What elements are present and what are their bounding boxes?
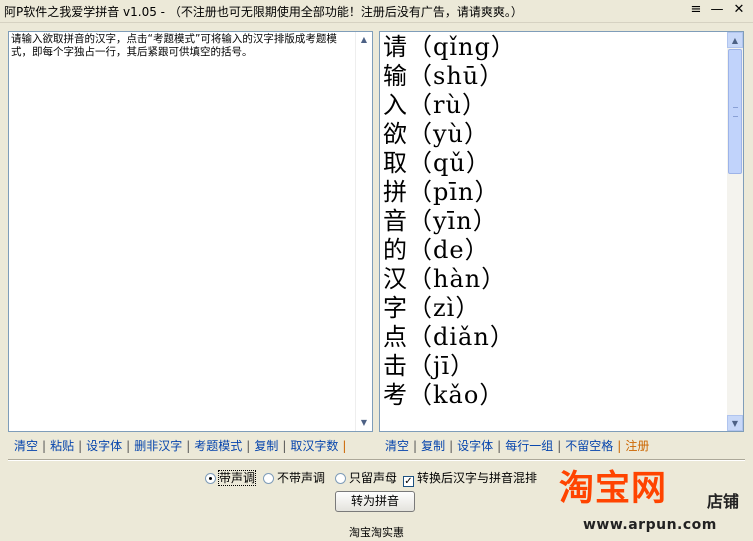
scroll-up-icon[interactable]: ▲ [356, 32, 372, 48]
divider [8, 459, 745, 461]
link-left_links-1[interactable]: 粘贴 [50, 439, 74, 453]
output-line: 的（de） [383, 236, 490, 264]
input-text: 请输入欲取拼音的汉字，点击“考题模式”可将输入的汉字排版成考题模式，即每个字独占… [11, 33, 337, 58]
link-left_links-2[interactable]: 设字体 [86, 439, 122, 453]
output-pinyin: hàn [433, 265, 482, 293]
output-pinyin: jī [433, 352, 451, 380]
output-char: 入 [383, 91, 408, 119]
scroll-thumb[interactable] [728, 49, 742, 174]
output-pinyin: yīn [433, 207, 473, 235]
separator: | [557, 439, 562, 453]
link-right_links-0[interactable]: 清空 [385, 439, 409, 453]
radio-initials-only[interactable]: 只留声母 [335, 469, 397, 486]
separator: | [186, 439, 191, 453]
output-list: 请（qǐng） 输（shū） 入（rù） 欲（yù） 取（qǔ） 拼（pīn） 音（yīn）… [383, 33, 516, 410]
link-right_links-2[interactable]: 设字体 [457, 439, 493, 453]
link-left_links-3[interactable]: 删非汉字 [134, 439, 182, 453]
separator: | [78, 439, 83, 453]
separator: | [497, 439, 502, 453]
link-right_links-4[interactable]: 不留空格 [565, 439, 613, 453]
menu-icon[interactable]: ≡ [688, 2, 704, 18]
input-link-bar: 清空 | 粘贴 | 设字体 | 删非汉字 | 考题模式 | 复制 | 取汉字数 | [14, 437, 350, 453]
output-line: 取（qǔ） [383, 149, 491, 177]
output-char: 字 [383, 294, 408, 322]
link-right_links-3[interactable]: 每行一组 [505, 439, 553, 453]
output-line: 音（yīn） [383, 207, 498, 235]
radio-icon [263, 473, 274, 484]
scroll-down-icon[interactable]: ▼ [356, 415, 372, 431]
output-pinyin: kǎo [433, 381, 480, 409]
separator: | [617, 439, 622, 453]
separator: | [246, 439, 251, 453]
scroll-up-icon[interactable]: ▲ [727, 32, 743, 48]
link-left_links-5[interactable]: 复制 [254, 439, 278, 453]
link-right_links-1[interactable]: 复制 [421, 439, 445, 453]
minimize-icon[interactable]: — [709, 2, 725, 18]
output-line: 汉（hàn） [383, 265, 507, 293]
output-line: 击（jī） [383, 352, 476, 380]
output-pinyin: shū [433, 62, 480, 90]
checkmark-icon: ✓ [403, 476, 414, 487]
output-pinyin: pīn [433, 178, 475, 206]
taobao-logo: 淘宝网 [559, 469, 668, 509]
register-link[interactable]: 注册 [625, 439, 649, 453]
output-char: 的 [383, 236, 408, 264]
output-line: 请（qǐng） [383, 33, 516, 61]
output-char: 拼 [383, 178, 408, 206]
output-pinyin: zì [433, 294, 456, 322]
close-icon[interactable]: ✕ [731, 2, 747, 18]
separator: | [282, 439, 287, 453]
separator: | [342, 439, 347, 453]
window-title: 阿P软件之我爱学拼音 v1.05 - （不注册也可无限期使用全部功能！注册后没有… [4, 5, 523, 19]
radio-icon [205, 473, 216, 484]
link-left_links-0[interactable]: 清空 [14, 439, 38, 453]
radio-icon [335, 473, 346, 484]
output-textarea[interactable]: 请（qǐng） 输（shū） 入（rù） 欲（yù） 取（qǔ） 拼（pīn） 音（yīn）… [379, 31, 744, 432]
output-pinyin: qǐng [433, 33, 491, 61]
input-scrollbar[interactable]: ▲ ▼ [355, 32, 372, 431]
output-pinyin: rù [433, 91, 462, 119]
output-char: 输 [383, 62, 408, 90]
output-char: 请 [383, 33, 408, 61]
output-char: 音 [383, 207, 408, 235]
output-char: 汉 [383, 265, 408, 293]
taobao-ad[interactable]: 淘宝网 店铺 www.arpun.com [557, 469, 749, 533]
output-char: 击 [383, 352, 408, 380]
radio-no-tone[interactable]: 不带声调 [263, 469, 325, 486]
link-left_links-4[interactable]: 考题模式 [194, 439, 242, 453]
output-char: 欲 [383, 120, 408, 148]
output-line: 欲（yù） [383, 120, 490, 148]
output-line: 点（diǎn） [383, 323, 515, 351]
convert-button[interactable]: 转为拼音 [335, 491, 415, 512]
output-char: 考 [383, 381, 408, 409]
separator: | [413, 439, 418, 453]
output-pinyin: de [433, 236, 465, 264]
output-line: 入（rù） [383, 91, 487, 119]
radio-tone[interactable]: 带声调 [205, 469, 257, 486]
output-char: 点 [383, 323, 408, 351]
separator: | [449, 439, 454, 453]
output-scrollbar[interactable]: ▲ ▼ [727, 32, 743, 431]
output-pinyin: qǔ [433, 149, 466, 177]
link-left_links-6[interactable]: 取汉字数 [290, 439, 338, 453]
checkbox-mix[interactable]: ✓ 转换后汉字与拼音混排 [403, 469, 537, 487]
output-line: 考（kǎo） [383, 381, 505, 409]
output-char: 取 [383, 149, 408, 177]
separator: | [42, 439, 47, 453]
output-link-bar: 清空 | 复制 | 设字体 | 每行一组 | 不留空格 | 注册 [385, 437, 649, 453]
output-line: 字（zì） [383, 294, 481, 322]
separator: | [126, 439, 131, 453]
status-bar: 淘宝淘实惠 [349, 526, 404, 539]
shop-label: 店铺 [707, 492, 740, 511]
output-line: 拼（pīn） [383, 178, 500, 206]
title-bar: 阿P软件之我爱学拼音 v1.05 - （不注册也可无限期使用全部功能！注册后没有… [0, 0, 753, 23]
output-pinyin: yù [433, 120, 465, 148]
input-textarea[interactable]: 请输入欲取拼音的汉字，点击“考题模式”可将输入的汉字排版成考题模式，即每个字独占… [8, 31, 373, 432]
output-line: 输（shū） [383, 62, 505, 90]
scroll-down-icon[interactable]: ▼ [727, 415, 743, 431]
output-pinyin: diǎn [433, 323, 490, 351]
